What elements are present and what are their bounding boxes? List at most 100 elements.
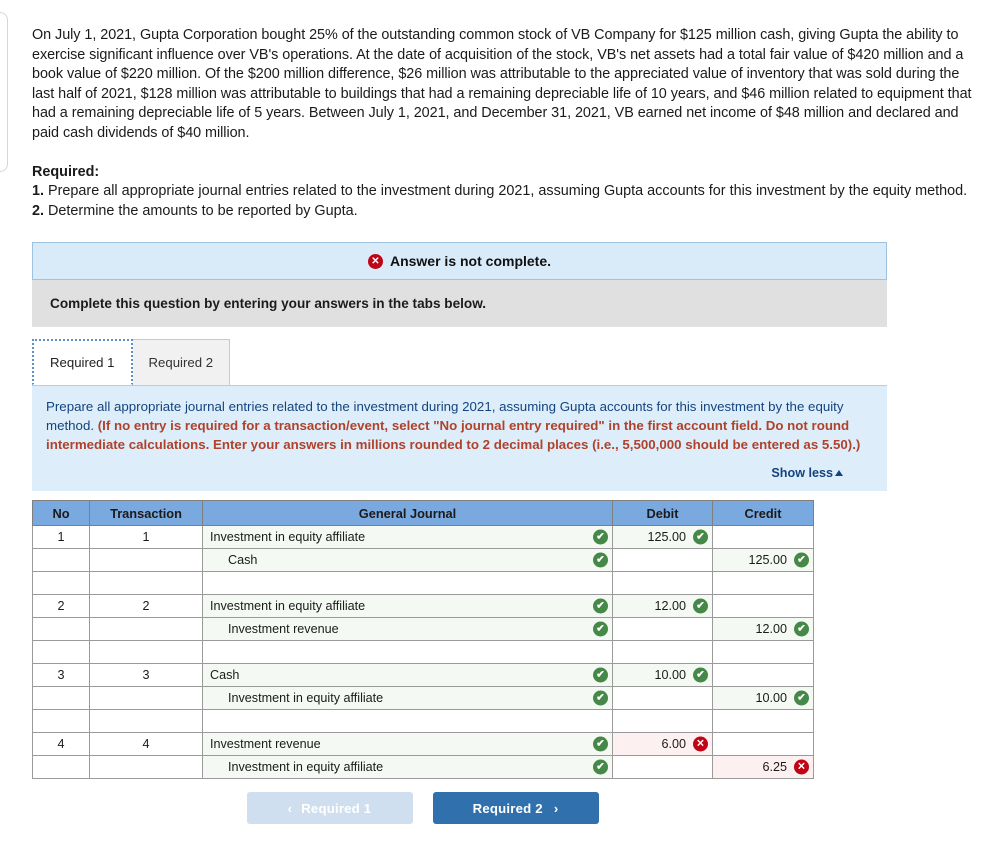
cell-transaction: 3 xyxy=(89,663,203,688)
cell-debit-amount[interactable]: 12.00 ✔ xyxy=(612,594,713,619)
cell-credit-amount[interactable] xyxy=(712,594,814,619)
required-item-1-number: 1. xyxy=(32,183,45,200)
spacer-cell-credit[interactable] xyxy=(712,571,814,596)
prev-button-label: Required 1 xyxy=(301,800,372,816)
table-row: Cash ✔ 125.00 ✔ xyxy=(32,548,814,573)
cell-transaction xyxy=(89,686,203,711)
spacer-cell-credit[interactable] xyxy=(712,709,814,734)
column-header-general-journal: General Journal xyxy=(202,500,613,527)
cell-account-name[interactable]: Investment revenue ✔ xyxy=(202,732,613,757)
status-check-icon: ✔ xyxy=(693,667,708,683)
cell-debit-amount[interactable]: 125.00 ✔ xyxy=(612,525,713,550)
table-spacer-row xyxy=(32,571,814,596)
cell-account-name[interactable]: Investment in equity affiliate ✔ xyxy=(202,594,613,619)
prev-required-1-button[interactable]: ‹ Required 1 xyxy=(246,792,413,825)
cell-debit-amount[interactable]: 10.00 ✔ xyxy=(612,663,713,688)
spacer-cell-transaction xyxy=(89,709,203,734)
table-row: 2 2 Investment in equity affiliate ✔ 12.00 ✔ xyxy=(32,594,814,619)
cell-account-name[interactable]: Investment in equity affiliate ✔ xyxy=(202,686,613,711)
status-check-icon: ✔ xyxy=(593,736,608,752)
cell-no xyxy=(32,548,90,573)
table-header-row: No Transaction General Journal Debit Cre… xyxy=(32,500,814,527)
cell-transaction: 2 xyxy=(89,594,203,619)
requirement-tabs: Required 1 Required 2 xyxy=(32,339,887,387)
show-less-label: Show less xyxy=(771,466,833,481)
cell-credit-amount[interactable] xyxy=(712,525,814,550)
cell-account-name[interactable]: Investment in equity affiliate ✔ xyxy=(202,525,613,550)
spacer-cell-no xyxy=(32,709,90,734)
table-row: 1 1 Investment in equity affiliate ✔ 125.00 ✔ xyxy=(32,525,814,550)
cell-debit-amount[interactable] xyxy=(612,617,713,642)
cell-credit-amount[interactable]: 6.25 ✕ xyxy=(712,755,814,780)
required-heading-text: Required: xyxy=(32,163,100,180)
table-row: Investment in equity affiliate ✔ 6.25 ✕ xyxy=(32,755,814,780)
status-check-icon: ✔ xyxy=(794,621,809,637)
next-button-label: Required 2 xyxy=(472,800,543,816)
column-header-transaction: Transaction xyxy=(89,500,203,527)
spacer-cell-debit[interactable] xyxy=(612,709,713,734)
cell-no: 4 xyxy=(32,732,90,757)
spacer-cell-debit[interactable] xyxy=(612,571,713,596)
cell-credit-amount[interactable]: 12.00 ✔ xyxy=(712,617,814,642)
spacer-cell-general-journal[interactable] xyxy=(202,640,613,665)
status-check-icon: ✔ xyxy=(693,598,708,614)
tab-required-2[interactable]: Required 2 xyxy=(131,339,231,386)
answer-status-banner: ✕ Answer is not complete. xyxy=(32,242,887,281)
cell-account-name[interactable]: Cash ✔ xyxy=(202,548,613,573)
status-check-icon: ✔ xyxy=(794,552,809,568)
cell-credit-amount[interactable] xyxy=(712,732,814,757)
spacer-cell-general-journal[interactable] xyxy=(202,571,613,596)
cell-account-name[interactable]: Cash ✔ xyxy=(202,663,613,688)
chevron-left-icon: ‹ xyxy=(287,800,293,816)
cell-no: 2 xyxy=(32,594,90,619)
table-row: Investment in equity affiliate ✔ 10.00 ✔ xyxy=(32,686,814,711)
cell-no: 3 xyxy=(32,663,90,688)
cell-debit-amount[interactable] xyxy=(612,755,713,780)
spacer-cell-general-journal[interactable] xyxy=(202,709,613,734)
problem-narrative: On July 1, 2021, Gupta Corporation bough… xyxy=(32,27,972,141)
cell-no xyxy=(32,755,90,780)
general-journal-table: No Transaction General Journal Debit Cre… xyxy=(32,500,814,780)
tab-required-1[interactable]: Required 1 xyxy=(32,339,133,386)
table-row: Investment revenue ✔ 12.00 ✔ xyxy=(32,617,814,642)
cell-transaction xyxy=(89,548,203,573)
status-check-icon: ✔ xyxy=(794,690,809,706)
cell-no xyxy=(32,686,90,711)
cell-debit-amount[interactable] xyxy=(612,548,713,573)
triangle-up-icon xyxy=(835,470,843,477)
cell-credit-amount[interactable]: 10.00 ✔ xyxy=(712,686,814,711)
spacer-cell-credit[interactable] xyxy=(712,640,814,665)
status-check-icon: ✔ xyxy=(593,690,608,706)
cell-debit-amount[interactable]: 6.00 ✕ xyxy=(612,732,713,757)
spacer-cell-no xyxy=(32,571,90,596)
spacer-cell-transaction xyxy=(89,640,203,665)
cell-credit-amount[interactable]: 125.00 ✔ xyxy=(712,548,814,573)
show-less-row: Show less xyxy=(46,463,873,483)
table-row: 3 3 Cash ✔ 10.00 ✔ xyxy=(32,663,814,688)
cell-debit-amount[interactable] xyxy=(612,686,713,711)
required-item-1: 1. Prepare all appropriate journal entri… xyxy=(32,182,977,202)
spacer-cell-debit[interactable] xyxy=(612,640,713,665)
next-required-2-button[interactable]: Required 2 › xyxy=(432,792,599,825)
required-block: Required: 1. Prepare all appropriate jou… xyxy=(32,163,977,222)
cell-transaction: 1 xyxy=(89,525,203,550)
required-item-2: 2. Determine the amounts to be reported … xyxy=(32,202,977,222)
instruction-paren-text: (If no entry is required for a transacti… xyxy=(46,418,861,453)
chevron-right-icon: › xyxy=(553,800,559,816)
status-check-icon: ✔ xyxy=(593,759,608,775)
tab-navigation-footer: ‹ Required 1 Required 2 › xyxy=(32,792,813,825)
cell-credit-amount[interactable] xyxy=(712,663,814,688)
complete-question-bar: Complete this question by entering your … xyxy=(32,280,887,328)
cell-transaction xyxy=(89,755,203,780)
table-row: 4 4 Investment revenue ✔ 6.00 ✕ xyxy=(32,732,814,757)
cell-account-name[interactable]: Investment in equity affiliate ✔ xyxy=(202,755,613,780)
status-check-icon: ✔ xyxy=(593,621,608,637)
show-less-link[interactable]: Show less xyxy=(771,466,843,480)
table-spacer-row xyxy=(32,709,814,734)
cell-no: 1 xyxy=(32,525,90,550)
table-spacer-row xyxy=(32,640,814,665)
status-error-icon: ✕ xyxy=(794,759,809,775)
required-heading: Required: xyxy=(32,163,977,183)
spacer-cell-transaction xyxy=(89,571,203,596)
cell-account-name[interactable]: Investment revenue ✔ xyxy=(202,617,613,642)
